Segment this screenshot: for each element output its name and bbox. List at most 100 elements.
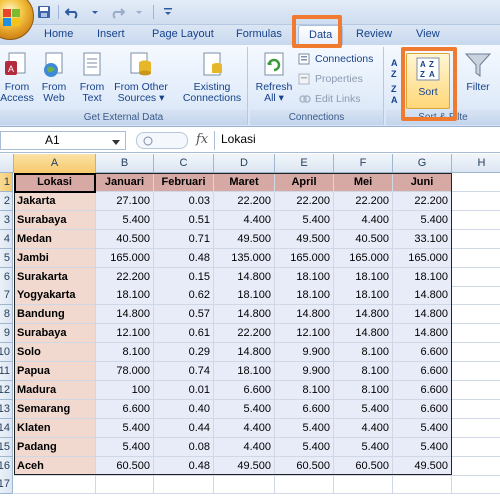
row-header[interactable]: 1 [0,173,13,192]
table-cell[interactable]: 6.600 [275,400,334,419]
column-header-e[interactable]: E [275,154,334,173]
empty-cell[interactable] [452,249,500,268]
empty-cell[interactable] [452,192,500,211]
table-cell[interactable]: 6.600 [393,343,452,362]
connections-button[interactable]: Connections [298,53,373,65]
table-cell[interactable]: Yogyakarta [14,286,96,305]
table-cell[interactable]: 0.71 [154,230,214,249]
table-cell[interactable]: 14.800 [393,305,452,324]
name-box[interactable]: A1 [0,131,126,150]
column-header-h[interactable]: H [452,154,500,173]
tab-insert[interactable]: Insert [97,28,125,40]
table-cell[interactable]: Surabaya [14,324,96,343]
empty-cell[interactable] [452,343,500,362]
table-cell[interactable]: 5.400 [334,400,393,419]
table-cell[interactable]: Surakarta [14,268,96,287]
table-cell[interactable]: 49.500 [214,230,275,249]
existing-connections-button[interactable]: Existing Connections [180,51,244,104]
row-header[interactable]: 4 [0,230,13,249]
table-cell[interactable]: 0.03 [154,192,214,211]
table-cell[interactable]: 8.100 [334,362,393,381]
table-cell[interactable]: 60.500 [275,457,334,476]
from-text-button[interactable]: From Text [76,51,108,104]
table-cell[interactable]: Solo [14,343,96,362]
row-header[interactable]: 6 [0,268,13,287]
table-cell[interactable]: 9.900 [275,362,334,381]
table-cell[interactable]: 5.400 [393,438,452,457]
refresh-all-button[interactable]: Refresh All ▾ [254,51,294,104]
tab-page-layout[interactable]: Page Layout [152,28,214,40]
empty-cell[interactable] [452,173,500,192]
table-cell[interactable]: 22.200 [334,192,393,211]
table-header-cell[interactable]: April [275,173,334,192]
undo-dropdown-icon[interactable] [87,4,103,20]
table-cell[interactable]: 0.62 [154,286,214,305]
table-cell[interactable]: Papua [14,362,96,381]
empty-cell[interactable] [393,475,452,494]
table-cell[interactable]: 60.500 [334,457,393,476]
table-cell[interactable]: 12.100 [275,324,334,343]
row-header[interactable]: 16 [0,457,13,476]
empty-cell[interactable] [452,230,500,249]
table-cell[interactable]: 6.600 [96,400,154,419]
save-icon[interactable] [36,4,52,20]
table-cell[interactable]: 5.400 [275,211,334,230]
insert-function-icon[interactable]: fx [196,132,208,147]
table-cell[interactable]: 18.100 [275,286,334,305]
empty-cell[interactable] [452,362,500,381]
table-cell[interactable]: 6.600 [393,400,452,419]
empty-cell[interactable] [154,475,214,494]
edit-links-button[interactable]: Edit Links [298,93,361,105]
column-header-g[interactable]: G [393,154,452,173]
table-cell[interactable]: 5.400 [393,211,452,230]
tab-data[interactable]: Data [298,25,344,46]
table-cell[interactable]: 8.100 [334,343,393,362]
table-cell[interactable]: 0.15 [154,268,214,287]
table-cell[interactable]: Aceh [14,457,96,476]
table-cell[interactable]: Surabaya [14,211,96,230]
sort-button[interactable]: AZZA Sort [406,53,450,109]
table-cell[interactable]: 165.000 [96,249,154,268]
row-header[interactable]: 13 [0,400,13,419]
column-header-a[interactable]: A [14,154,96,173]
table-cell[interactable]: 18.100 [96,286,154,305]
table-cell[interactable]: 8.100 [334,381,393,400]
table-cell[interactable]: 12.100 [96,324,154,343]
table-cell[interactable]: 0.01 [154,381,214,400]
row-header[interactable]: 8 [0,305,13,324]
table-cell[interactable]: 33.100 [393,230,452,249]
table-cell[interactable]: 14.800 [393,286,452,305]
empty-cell[interactable] [452,305,500,324]
table-cell[interactable]: 27.100 [96,192,154,211]
table-cell[interactable]: 4.400 [334,419,393,438]
table-cell[interactable]: 22.200 [96,268,154,287]
table-cell[interactable]: 18.100 [393,268,452,287]
empty-cell[interactable] [452,286,500,305]
empty-cell[interactable] [452,457,500,476]
table-cell[interactable]: 14.800 [275,305,334,324]
table-header-cell[interactable]: Lokasi [14,173,96,192]
table-cell[interactable]: 5.400 [393,419,452,438]
row-header[interactable]: 9 [0,324,13,343]
table-cell[interactable]: 49.500 [275,230,334,249]
table-cell[interactable]: 9.900 [275,343,334,362]
table-cell[interactable]: 40.500 [334,230,393,249]
table-cell[interactable]: 0.51 [154,211,214,230]
table-header-cell[interactable]: Juni [393,173,452,192]
table-cell[interactable]: 0.61 [154,324,214,343]
formula-input[interactable]: Lokasi [214,131,500,150]
column-header-d[interactable]: D [214,154,275,173]
table-cell[interactable]: 14.800 [393,324,452,343]
table-cell[interactable]: 14.800 [334,305,393,324]
table-cell[interactable]: 14.800 [334,324,393,343]
table-cell[interactable]: 4.400 [214,211,275,230]
table-cell[interactable]: 165.000 [334,249,393,268]
table-cell[interactable]: 18.100 [275,268,334,287]
row-header[interactable]: 10 [0,343,13,362]
tab-view[interactable]: View [416,28,440,40]
table-cell[interactable]: 14.800 [214,305,275,324]
name-box-dropdown-icon[interactable] [112,137,120,149]
empty-cell[interactable] [452,324,500,343]
table-cell[interactable]: 14.800 [214,268,275,287]
empty-cell[interactable] [275,475,334,494]
